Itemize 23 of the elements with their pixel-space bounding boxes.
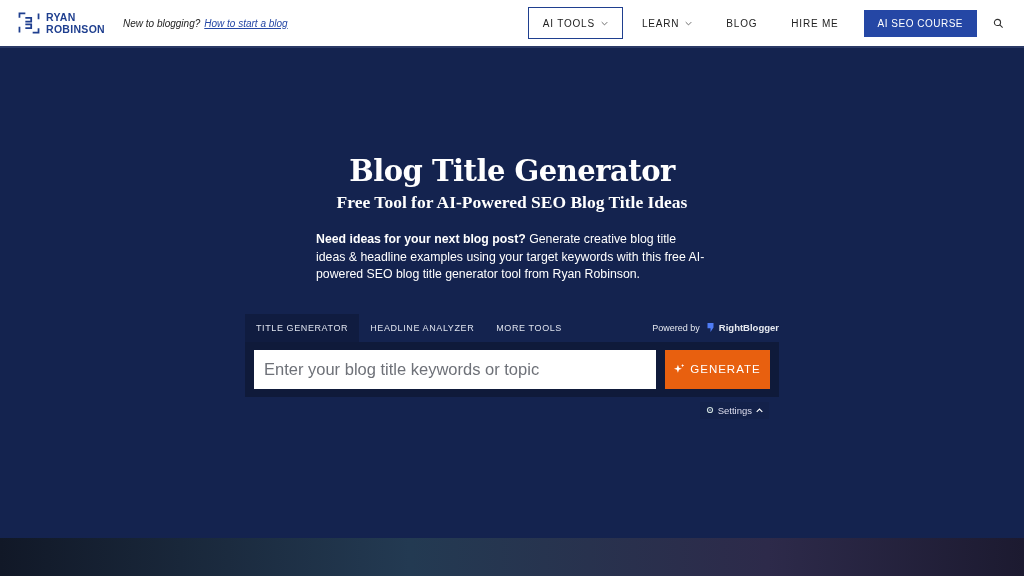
- intro-text: Need ideas for your next blog post? Generate creative blog title ideas & headline examples using your target keywords with this free AI-powered SEO blog title generator tool from Ryan Robinson.: [316, 231, 706, 283]
- caret-up-icon: [756, 407, 763, 413]
- nav-item[interactable]: AI TOOLS: [527, 7, 623, 39]
- tool-tab[interactable]: TITLE GENERATOR: [245, 313, 360, 342]
- nav-item[interactable]: BLOG: [711, 7, 773, 39]
- nav-item[interactable]: HIRE ME: [776, 7, 854, 39]
- gear-icon: [705, 406, 714, 414]
- tool-tab[interactable]: HEADLINE ANALYZER: [359, 313, 486, 342]
- page-subtitle: Free Tool for AI-Powered SEO Blog Title Ideas: [336, 192, 688, 213]
- nav-item[interactable]: LEARN: [626, 7, 708, 39]
- logo-icon: [18, 10, 40, 36]
- search-icon[interactable]: [993, 17, 1004, 29]
- settings-toggle[interactable]: Settings: [699, 401, 769, 419]
- tool-tab[interactable]: MORE TOOLS: [485, 313, 573, 342]
- start-blog-link[interactable]: How to start a blog: [204, 17, 288, 29]
- keyword-input[interactable]: Enter your blog title keywords or topic: [254, 349, 656, 389]
- course-button[interactable]: AI SEO COURSE: [863, 9, 977, 37]
- tagline: New to blogging?: [123, 17, 201, 29]
- brand-name[interactable]: RightBlogger: [718, 322, 779, 333]
- powered-by-text: Powered by: [652, 322, 700, 333]
- page-title: Blog Title Generator: [349, 154, 675, 188]
- brand-icon: [705, 322, 715, 333]
- logo[interactable]: RYAN ROBINSON: [18, 10, 105, 36]
